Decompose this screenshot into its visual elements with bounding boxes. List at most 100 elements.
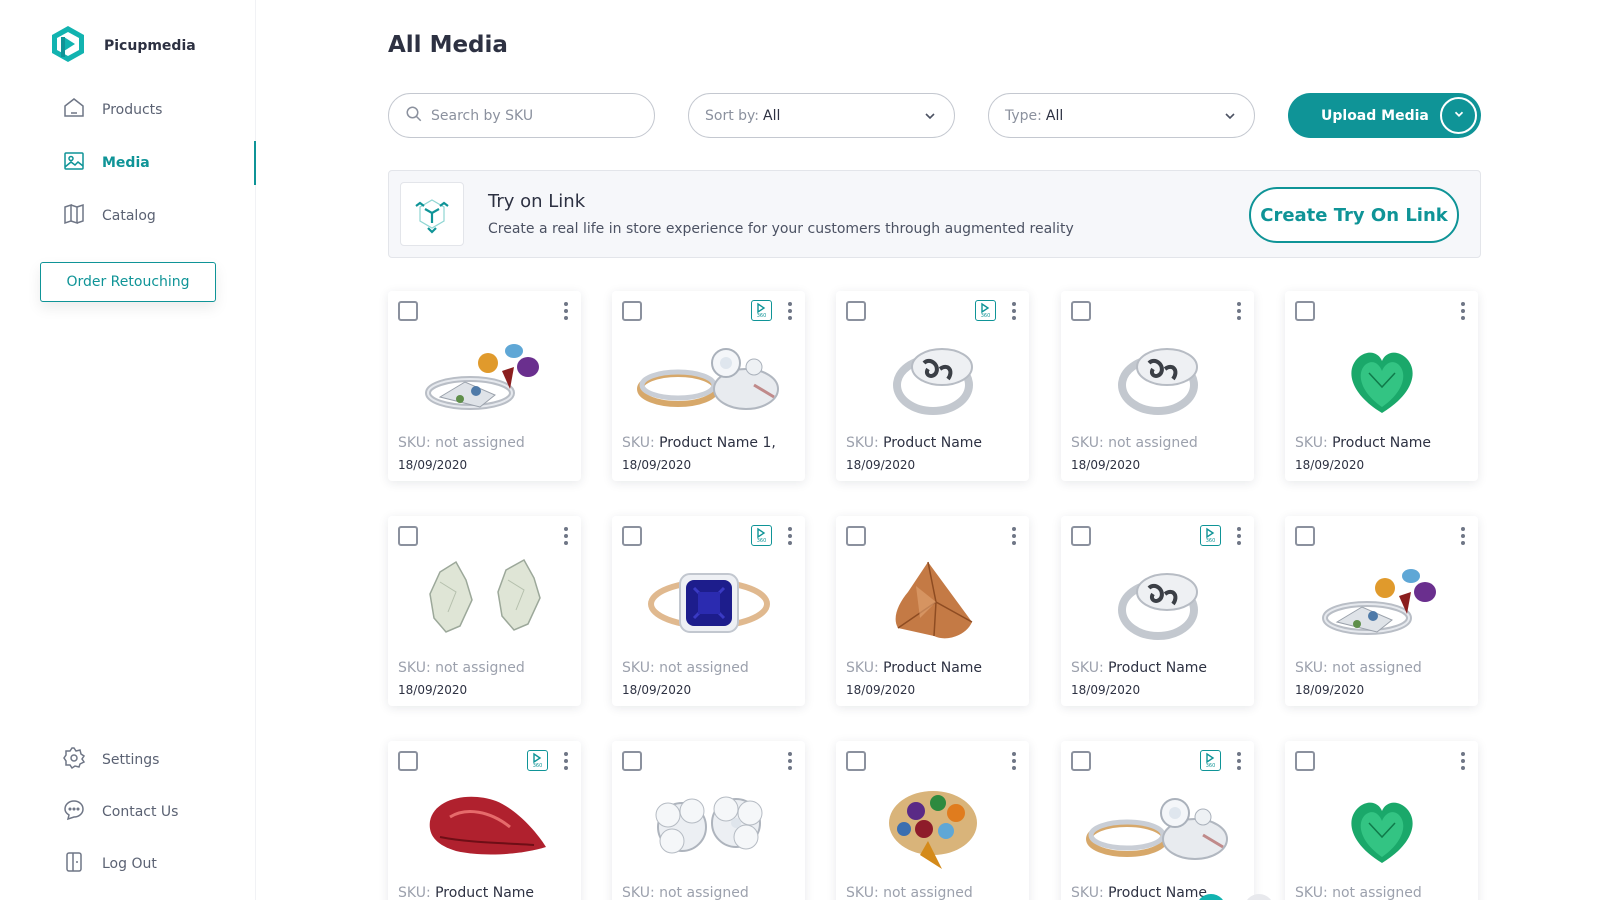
media-thumbnail[interactable] bbox=[1285, 777, 1478, 875]
media-thumbnail[interactable] bbox=[612, 327, 805, 425]
select-checkbox[interactable] bbox=[846, 751, 866, 771]
select-checkbox[interactable] bbox=[1071, 526, 1091, 546]
media-thumbnail[interactable] bbox=[1061, 777, 1254, 875]
sidebar-item-media[interactable]: Media bbox=[62, 151, 150, 175]
media-card[interactable]: 360 SKU: Product Name bbox=[1061, 741, 1254, 900]
more-options-icon[interactable] bbox=[1011, 527, 1017, 545]
media-thumbnail[interactable] bbox=[1285, 327, 1478, 425]
book-icon bbox=[62, 202, 86, 230]
media-card[interactable]: SKU: not assigned bbox=[1285, 741, 1478, 900]
more-options-icon[interactable] bbox=[1011, 752, 1017, 770]
brand[interactable]: Picupmedia bbox=[48, 24, 196, 68]
media-thumbnail[interactable] bbox=[1061, 327, 1254, 425]
media-thumbnail[interactable] bbox=[1285, 552, 1478, 650]
media-date: 18/09/2020 bbox=[846, 458, 916, 472]
video-360-icon[interactable]: 360 bbox=[751, 300, 772, 321]
type-value: All bbox=[1045, 107, 1064, 124]
media-thumbnail[interactable] bbox=[388, 327, 581, 425]
media-thumbnail[interactable] bbox=[388, 777, 581, 875]
media-card[interactable]: 360 SKU: Product Name 1, 18/09/2020 bbox=[612, 291, 805, 481]
sidebar-item-settings[interactable]: Settings bbox=[62, 746, 159, 774]
more-options-icon[interactable] bbox=[787, 527, 793, 545]
more-options-icon[interactable] bbox=[1011, 302, 1017, 320]
media-card[interactable]: SKU: not assigned 18/09/2020 bbox=[1285, 516, 1478, 706]
chat-icon bbox=[62, 798, 86, 826]
sidebar-item-contact-us[interactable]: Contact Us bbox=[62, 800, 178, 824]
select-checkbox[interactable] bbox=[622, 526, 642, 546]
upload-options-toggle[interactable] bbox=[1440, 97, 1477, 134]
more-options-icon[interactable] bbox=[1460, 752, 1466, 770]
media-card[interactable]: SKU: not assigned 18/09/2020 bbox=[388, 516, 581, 706]
sidebar-item-catalog[interactable]: Catalog bbox=[62, 202, 156, 230]
sku-prefix: SKU: bbox=[622, 660, 655, 676]
video-360-icon[interactable]: 360 bbox=[527, 750, 548, 771]
try-on-description: Create a real life in store experience f… bbox=[488, 221, 1074, 237]
media-card[interactable]: 360 SKU: not assigned 18/09/2020 bbox=[612, 516, 805, 706]
media-card[interactable]: 360 SKU: Product Name 18/09/2020 bbox=[836, 291, 1029, 481]
create-try-on-link-button[interactable]: Create Try On Link bbox=[1249, 187, 1459, 243]
select-checkbox[interactable] bbox=[398, 751, 418, 771]
search-input[interactable] bbox=[431, 107, 631, 124]
sort-select[interactable]: Sort by: All bbox=[688, 93, 955, 138]
home-icon bbox=[62, 96, 86, 124]
media-thumbnail[interactable] bbox=[836, 552, 1029, 650]
media-card[interactable]: 360 SKU: Product Name 18/09/2020 bbox=[1061, 516, 1254, 706]
search-field[interactable] bbox=[388, 93, 655, 138]
gear-icon bbox=[62, 746, 86, 774]
select-checkbox[interactable] bbox=[398, 526, 418, 546]
media-thumbnail[interactable] bbox=[836, 327, 1029, 425]
video-360-icon[interactable]: 360 bbox=[1200, 750, 1221, 771]
select-checkbox[interactable] bbox=[1295, 301, 1315, 321]
media-date: 18/09/2020 bbox=[1295, 683, 1365, 697]
more-options-icon[interactable] bbox=[1236, 752, 1242, 770]
media-thumbnail[interactable] bbox=[612, 777, 805, 875]
select-checkbox[interactable] bbox=[846, 526, 866, 546]
sku-prefix: SKU: bbox=[398, 435, 431, 451]
upload-media-button[interactable]: Upload Media bbox=[1288, 93, 1481, 138]
select-checkbox[interactable] bbox=[398, 301, 418, 321]
select-checkbox[interactable] bbox=[1071, 301, 1091, 321]
media-thumbnail[interactable] bbox=[388, 552, 581, 650]
more-options-icon[interactable] bbox=[1236, 302, 1242, 320]
type-select[interactable]: Type: All bbox=[988, 93, 1255, 138]
media-thumbnail[interactable] bbox=[836, 777, 1029, 875]
more-options-icon[interactable] bbox=[563, 527, 569, 545]
more-options-icon[interactable] bbox=[563, 302, 569, 320]
media-card[interactable]: SKU: not assigned bbox=[612, 741, 805, 900]
video-360-icon[interactable]: 360 bbox=[975, 300, 996, 321]
more-options-icon[interactable] bbox=[787, 752, 793, 770]
more-options-icon[interactable] bbox=[1460, 302, 1466, 320]
media-sku: SKU: Product Name 1, bbox=[622, 435, 776, 451]
picupmedia-logo-icon bbox=[48, 24, 88, 68]
media-card[interactable]: SKU: Product Name 18/09/2020 bbox=[1285, 291, 1478, 481]
sku-value: not assigned bbox=[1332, 660, 1422, 676]
select-checkbox[interactable] bbox=[846, 301, 866, 321]
select-checkbox[interactable] bbox=[1295, 751, 1315, 771]
media-thumbnail[interactable] bbox=[1061, 552, 1254, 650]
image-icon bbox=[62, 149, 86, 177]
media-card[interactable]: SKU: not assigned bbox=[836, 741, 1029, 900]
sku-prefix: SKU: bbox=[846, 660, 879, 676]
media-date: 18/09/2020 bbox=[1071, 683, 1141, 697]
sidebar-item-log-out[interactable]: Log Out bbox=[62, 852, 157, 876]
sort-label: Sort by: bbox=[705, 107, 760, 124]
more-options-icon[interactable] bbox=[1460, 527, 1466, 545]
media-card[interactable]: SKU: not assigned 18/09/2020 bbox=[388, 291, 581, 481]
sku-prefix: SKU: bbox=[1295, 660, 1328, 676]
select-checkbox[interactable] bbox=[1295, 526, 1315, 546]
more-options-icon[interactable] bbox=[1236, 527, 1242, 545]
media-card[interactable]: SKU: Product Name 18/09/2020 bbox=[836, 516, 1029, 706]
select-checkbox[interactable] bbox=[622, 751, 642, 771]
video-360-icon[interactable]: 360 bbox=[1200, 525, 1221, 546]
media-card[interactable]: SKU: not assigned 18/09/2020 bbox=[1061, 291, 1254, 481]
more-options-icon[interactable] bbox=[563, 752, 569, 770]
select-checkbox[interactable] bbox=[622, 301, 642, 321]
media-card[interactable]: 360 SKU: Product Name bbox=[388, 741, 581, 900]
sidebar-item-label: Catalog bbox=[102, 208, 156, 224]
video-360-icon[interactable]: 360 bbox=[751, 525, 772, 546]
sidebar-item-products[interactable]: Products bbox=[62, 98, 162, 122]
more-options-icon[interactable] bbox=[787, 302, 793, 320]
select-checkbox[interactable] bbox=[1071, 751, 1091, 771]
media-thumbnail[interactable] bbox=[612, 552, 805, 650]
order-retouching-button[interactable]: Order Retouching bbox=[40, 262, 216, 302]
